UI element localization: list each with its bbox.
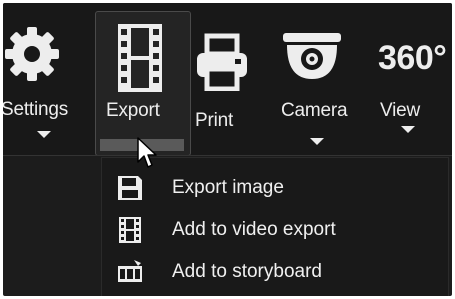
view-360-icon: 360° bbox=[378, 39, 447, 77]
toolbar: Settings Export Print Camera 360° View bbox=[3, 3, 452, 156]
gear-icon bbox=[5, 27, 59, 81]
chevron-down-icon bbox=[37, 131, 51, 138]
save-icon bbox=[118, 176, 142, 200]
printer-icon bbox=[197, 33, 247, 91]
camera-button[interactable]: Camera bbox=[273, 3, 365, 155]
menu-item-label: Add to storyboard bbox=[172, 261, 322, 282]
application-window: Settings Export Print Camera 360° View E… bbox=[3, 3, 452, 296]
print-label: Print bbox=[195, 110, 234, 131]
camera-label: Camera bbox=[281, 100, 348, 121]
film-strip-icon bbox=[118, 24, 162, 92]
settings-button[interactable]: Settings bbox=[3, 3, 83, 155]
export-button[interactable]: Export bbox=[95, 11, 191, 156]
menu-item-add-to-video-export[interactable]: Add to video export bbox=[102, 210, 448, 250]
print-button[interactable]: Print bbox=[189, 3, 255, 155]
view-label: View bbox=[380, 100, 421, 121]
dome-camera-icon bbox=[283, 33, 341, 79]
menu-item-export-image[interactable]: Export image bbox=[102, 168, 448, 208]
menu-item-label: Add to video export bbox=[172, 219, 336, 240]
settings-label: Settings bbox=[3, 99, 69, 120]
film-strip-icon bbox=[119, 217, 141, 243]
storyboard-icon bbox=[118, 260, 142, 282]
chevron-down-icon bbox=[401, 126, 415, 133]
divider bbox=[3, 155, 452, 156]
mouse-cursor-icon bbox=[137, 137, 157, 168]
view-360-button[interactable]: 360° View bbox=[373, 3, 452, 155]
menu-item-label: Export image bbox=[172, 177, 284, 198]
menu-item-add-to-storyboard[interactable]: Add to storyboard bbox=[102, 252, 448, 292]
export-label: Export bbox=[106, 100, 160, 121]
chevron-down-icon bbox=[310, 138, 324, 145]
export-dropdown-menu: Export image Add to video export Add to … bbox=[101, 157, 449, 296]
